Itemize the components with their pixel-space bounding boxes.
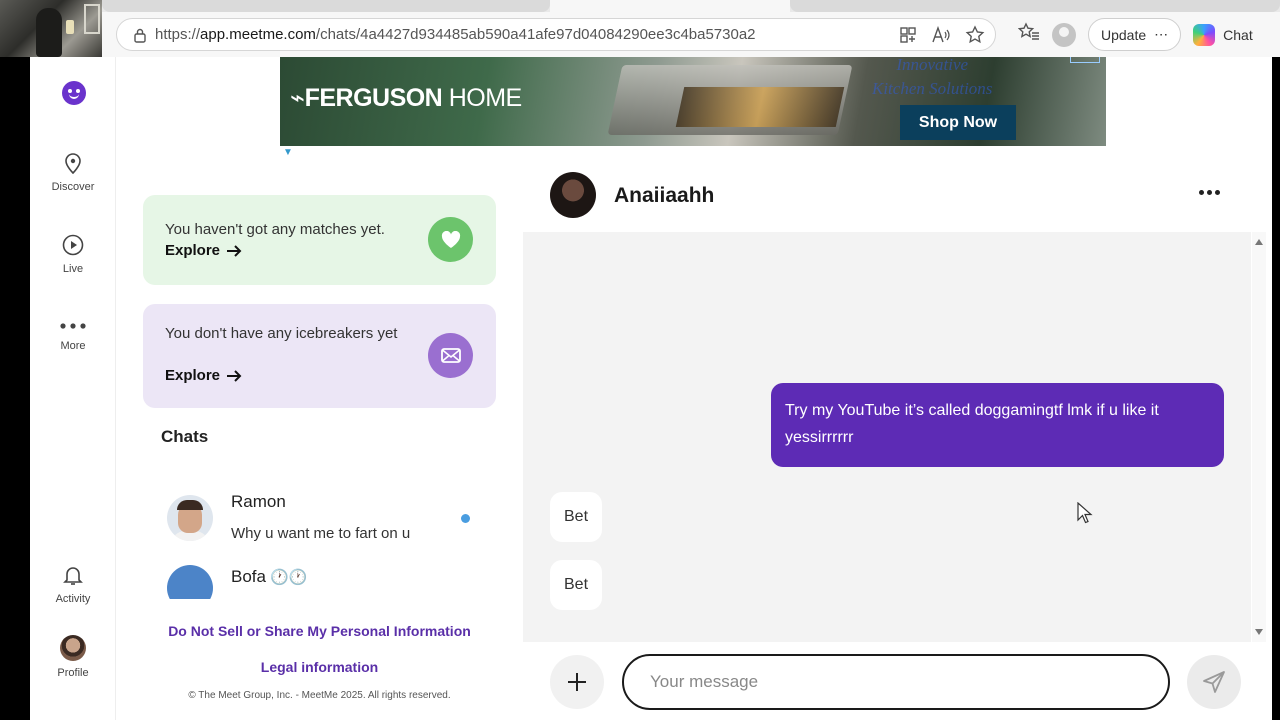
browser-chrome: https://app.meetme.com/chats/4a4427d9344… (102, 0, 1280, 57)
unread-indicator (461, 514, 470, 523)
conversation-header: Anaiiaahh (523, 162, 1251, 232)
map-pin-icon (65, 153, 81, 174)
envelope-icon (428, 333, 473, 378)
avatar[interactable] (550, 172, 596, 218)
address-bar[interactable]: https://app.meetme.com/chats/4a4427d9344… (116, 18, 996, 51)
ad-brand-logo: ⌁FERGUSON HOME (290, 84, 522, 112)
matches-card[interactable]: You haven't got any matches yet. Explore (143, 195, 496, 285)
play-circle-icon (62, 234, 84, 256)
message-thread: Try my YouTube it’s called doggamingtf l… (523, 232, 1251, 642)
advertisement-banner[interactable]: ⌁FERGUSON HOME Innovative Kitchen Solutio… (280, 57, 1106, 146)
ad-choices-icon[interactable] (1070, 57, 1100, 63)
heart-icon (428, 217, 473, 262)
nav-activity[interactable]: Activity (30, 564, 116, 605)
bell-icon (63, 567, 83, 585)
icebreakers-card[interactable]: You don't have any icebreakers yet Explo… (143, 304, 496, 408)
thread-scrollbar[interactable] (1252, 232, 1266, 642)
send-button[interactable] (1187, 655, 1241, 709)
lock-icon[interactable] (125, 27, 155, 43)
meetme-logo-icon[interactable] (62, 81, 86, 105)
webcam-overlay (0, 0, 102, 57)
avatar (167, 565, 213, 599)
icebreakers-explore-link[interactable]: Explore (165, 367, 242, 384)
clock-emoji: 🕐🕐 (269, 568, 308, 586)
browser-profile-avatar[interactable] (1052, 22, 1076, 47)
favorites-icon[interactable] (1017, 22, 1040, 47)
add-attachment-button[interactable] (550, 655, 604, 709)
scroll-down-arrow-icon[interactable] (1255, 629, 1263, 635)
ad-marker-icon[interactable]: ▼ (283, 147, 293, 158)
chat-list: Ramon Why u want me to fart on u Bofa 🕐🕐 (143, 477, 496, 599)
nav-profile[interactable]: Profile (30, 635, 116, 679)
icebreakers-card-text: You don't have any icebreakers yet (165, 325, 398, 342)
profile-avatar (60, 635, 86, 661)
incoming-message: Bet (550, 560, 603, 610)
incoming-message: Bet (550, 492, 603, 542)
matches-explore-link[interactable]: Explore (165, 242, 242, 259)
arrow-right-icon (227, 369, 242, 382)
chats-heading: Chats (161, 427, 209, 446)
scroll-up-arrow-icon[interactable] (1255, 239, 1263, 245)
update-button[interactable]: Update ⋯ (1088, 18, 1182, 51)
message-input[interactable] (622, 654, 1170, 710)
avatar (167, 495, 213, 541)
copyright-text: © The Meet Group, Inc. - MeetMe 2025. Al… (188, 690, 451, 701)
more-dots-icon: ⋯ (1154, 26, 1169, 42)
legal-information-link[interactable]: Legal information (143, 659, 496, 675)
tab-strip (102, 0, 1280, 12)
browser-tab-active[interactable] (550, 0, 790, 12)
conversation-contact-name[interactable]: Anaiiaahh (614, 184, 714, 208)
nav-live[interactable]: Live (30, 234, 116, 275)
do-not-sell-link[interactable]: Do Not Sell or Share My Personal Informa… (143, 623, 496, 639)
copilot-icon (1193, 23, 1216, 46)
outgoing-message: Try my YouTube it’s called doggamingtf l… (771, 383, 1224, 467)
arrow-right-icon (227, 244, 242, 257)
mouse-cursor-icon (1077, 502, 1093, 524)
favorite-star-icon[interactable] (965, 25, 985, 50)
matches-card-text: You haven't got any matches yet. (165, 221, 385, 238)
left-navigation: Discover Live More Activity Profile (30, 57, 116, 720)
nav-more[interactable]: More (30, 319, 116, 352)
chat-list-item-bofa[interactable]: Bofa 🕐🕐 (143, 565, 496, 599)
meetme-page: Discover Live More Activity Profile ⌁FER… (30, 57, 1272, 720)
browser-tab[interactable] (790, 0, 1280, 12)
read-aloud-icon[interactable] (931, 25, 951, 49)
app-available-icon[interactable] (899, 26, 917, 49)
browser-tab[interactable] (102, 0, 550, 12)
copilot-chat-button[interactable]: Chat (1193, 23, 1253, 46)
chat-contact-name: Bofa 🕐🕐 (231, 567, 308, 586)
send-icon (1203, 671, 1225, 693)
nav-discover[interactable]: Discover (30, 152, 116, 193)
ad-shop-now-button[interactable]: Shop Now (900, 105, 1016, 140)
more-dots-icon (60, 323, 86, 329)
chat-list-item-ramon[interactable]: Ramon Why u want me to fart on u (143, 477, 496, 557)
chat-preview-text: Why u want me to fart on u (231, 525, 411, 542)
plus-icon (568, 673, 586, 691)
url-text[interactable]: https://app.meetme.com/chats/4a4427d9344… (155, 26, 756, 43)
chat-contact-name: Ramon (231, 492, 286, 511)
conversation-menu-icon[interactable] (1199, 190, 1220, 195)
ad-tagline: Innovative Kitchen Solutions (872, 57, 993, 98)
